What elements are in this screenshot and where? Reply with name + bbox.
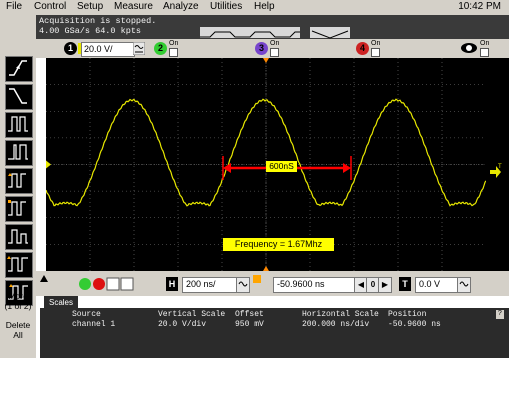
rising-edge-button[interactable] (5, 56, 33, 82)
channel-1-trace (45, 98, 487, 207)
frequency-measurement-label: Frequency = 1.67Mhz (223, 238, 334, 251)
trigger-spinner-icon (459, 281, 469, 287)
timebase-input[interactable]: 200 ns/ (182, 277, 239, 293)
screenshot-icon[interactable] (106, 277, 120, 291)
more-page-label: (1 of 2) (4, 301, 32, 311)
math-on-label: On (480, 40, 490, 47)
channel-2-enabled-checkbox[interactable] (169, 48, 178, 57)
channel-3-on-label: On (270, 40, 280, 47)
channel-4-on-label: On (371, 40, 381, 47)
menu-utilities[interactable]: Utilities (210, 1, 242, 12)
up-arrow-icon[interactable] (39, 274, 49, 284)
scales-panel: Source Vertical Scale Offset Horizontal … (40, 308, 509, 358)
channel-3-enabled-checkbox[interactable] (270, 48, 279, 57)
channel-1-ground-marker (46, 160, 51, 169)
header-horizontal-scale: Horizontal Scale (302, 310, 379, 319)
print-icon[interactable] (120, 277, 134, 291)
value-position: -50.9600 ns (388, 320, 441, 329)
falling-edge-icon (9, 88, 27, 104)
falling-edge-button[interactable] (5, 84, 33, 110)
state-button[interactable] (5, 196, 33, 222)
svg-text:T: T (498, 164, 502, 170)
channel-4-enabled-checkbox[interactable] (371, 48, 380, 57)
channel-1-button[interactable]: 1 (64, 42, 77, 55)
delete-label: Delete (5, 320, 31, 330)
header-source: Source (72, 310, 101, 319)
trigger-position-preview (310, 27, 350, 39)
channel-bar: 1 20.0 V/ 2 On 3 On 4 On On (36, 39, 509, 58)
runt-icon (8, 229, 28, 244)
run-icon[interactable] (79, 278, 91, 290)
channel-2-button[interactable]: 2 (154, 42, 167, 55)
value-offset: 950 mV (235, 320, 264, 329)
state-icon (8, 200, 26, 216)
clock: 10:42 PM (458, 1, 501, 12)
trigger-waveform-preview (200, 27, 300, 38)
trigger-label: T (399, 277, 411, 291)
period-arrow-right-icon (343, 163, 351, 173)
more-label: More (8, 291, 28, 301)
header-position: Position (388, 310, 427, 319)
header-vertical-scale: Vertical Scale (158, 310, 226, 319)
more-button[interactable]: More (1 of 2) (0, 291, 36, 311)
pulse-width-button[interactable] (5, 112, 33, 138)
pattern-button[interactable] (5, 168, 33, 194)
runt-button[interactable] (5, 224, 33, 250)
menu-file[interactable]: File (6, 1, 22, 12)
horizontal-control-bar: H 200 ns/ -50.9600 ns ◀ 0 ▶ T 0.0 V (36, 271, 509, 296)
menu-help[interactable]: Help (254, 1, 275, 12)
setup-hold-button[interactable] (5, 252, 33, 278)
menu-bar: File Control Setup Measure Analyze Utili… (0, 0, 509, 15)
trigger-position-top-marker (263, 58, 269, 63)
channel-1-scale-input[interactable]: 20.0 V/ (81, 42, 135, 57)
trigger-level-spinner-button[interactable] (457, 277, 471, 293)
rising-edge-icon (9, 60, 27, 76)
delete-all-button[interactable]: Delete All (0, 320, 36, 340)
horizontal-position-input[interactable]: -50.9600 ns (273, 277, 356, 293)
run-controls (79, 277, 134, 291)
menu-control[interactable]: Control (34, 1, 66, 12)
trigger-level-strip: T (486, 58, 509, 271)
delete-all-label: All (13, 330, 23, 340)
horizontal-label: H (166, 277, 178, 291)
glitch-button[interactable] (5, 140, 33, 166)
header-offset: Offset (235, 310, 264, 319)
period-measurement-label: 600nS (266, 161, 297, 172)
help-icon[interactable]: ? (496, 310, 504, 319)
position-right-button[interactable]: ▶ (378, 277, 392, 293)
math-function-icon[interactable] (460, 42, 478, 54)
channel-1-scale-spinner-icon[interactable] (133, 42, 145, 55)
trigger-mode-panel: More (1 of 2) Delete All (0, 15, 36, 358)
pattern-icon (8, 173, 26, 188)
acquisition-state: Acquisition is stopped. (39, 16, 157, 26)
setup-hold-icon (7, 256, 28, 272)
stop-icon[interactable] (93, 278, 105, 290)
timebase-spinner-button[interactable] (236, 277, 250, 293)
trigger-level-icon[interactable]: T (486, 58, 509, 271)
math-enabled-checkbox[interactable] (480, 48, 489, 57)
pulse-width-icon (8, 116, 28, 132)
channel-3-button[interactable]: 3 (255, 42, 268, 55)
value-horizontal-scale: 200.000 ns/div (302, 320, 370, 329)
value-source: channel 1 (72, 320, 116, 329)
channel-4-button[interactable]: 4 (356, 42, 369, 55)
menu-setup[interactable]: Setup (77, 1, 103, 12)
trigger-level-input[interactable]: 0.0 V (415, 277, 460, 293)
delay-reference-icon[interactable] (252, 274, 262, 286)
menu-measure[interactable]: Measure (114, 1, 153, 12)
channel-2-on-label: On (169, 40, 179, 47)
glitch-icon (8, 144, 28, 160)
menu-analyze[interactable]: Analyze (163, 1, 199, 12)
wave-spinner-icon (238, 281, 248, 287)
value-vertical-scale: 20.0 V/div (158, 320, 207, 329)
